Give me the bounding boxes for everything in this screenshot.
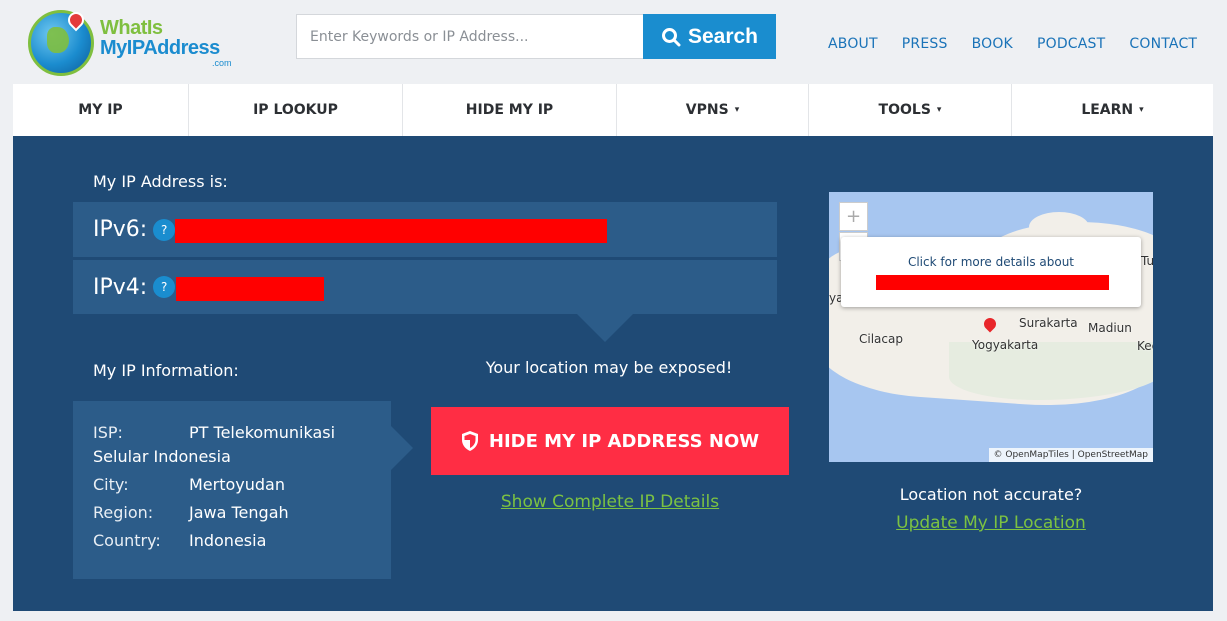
info-value: Mertoyudan — [189, 475, 285, 494]
info-heading: My IP Information: — [93, 361, 239, 380]
help-icon[interactable]: ? — [153, 218, 176, 241]
main-nav: MY IP IP LOOKUP HIDE MY IP VPNS ▾ TOOLS … — [13, 84, 1213, 136]
logo-line-2: MyIPAddress — [100, 37, 220, 59]
ipv6-row: IPv6: ? — [73, 202, 777, 257]
site-logo[interactable]: WhatIs MyIPAddress .com — [28, 8, 238, 78]
search-icon — [661, 27, 681, 46]
hide-my-ip-button[interactable]: HIDE MY IP ADDRESS NOW — [431, 407, 789, 475]
top-link-podcast[interactable]: PODCAST — [1037, 36, 1105, 52]
info-key: Region: — [93, 503, 154, 522]
nav-item-label: MY IP — [78, 102, 123, 118]
search-button-label: Search — [687, 24, 759, 48]
map-city-label: Madiun — [1088, 321, 1132, 335]
ip-heading: My IP Address is: — [93, 172, 228, 191]
info-value: PT Telekomunikasi — [189, 423, 336, 442]
zoom-in-button[interactable]: + — [839, 202, 868, 231]
nav-item-tools[interactable]: TOOLS ▾ — [809, 84, 1012, 136]
logo-text: WhatIs MyIPAddress — [100, 18, 220, 58]
info-row-country: Country: Indonesia — [93, 529, 371, 553]
info-row-region: Region: Jawa Tengah — [93, 501, 371, 525]
ipv4-row: IPv4: ? — [73, 260, 777, 314]
search-input[interactable] — [297, 15, 643, 58]
top-link-book[interactable]: BOOK — [972, 36, 1013, 52]
site-header: WhatIs MyIPAddress .com Search ABOUT PRE… — [0, 0, 1227, 84]
info-key: Country: — [93, 531, 161, 550]
info-key: ISP: — [93, 423, 123, 442]
search-box — [296, 14, 643, 59]
ip-info-box: ISP: PT Telekomunikasi Selular Indonesia … — [73, 401, 391, 579]
nav-item-label: IP LOOKUP — [253, 102, 338, 118]
shield-icon — [461, 431, 478, 451]
update-location-link[interactable]: Update My IP Location — [829, 513, 1153, 533]
nav-item-label: LEARN — [1081, 102, 1134, 118]
location-map[interactable]: Cilacap Surakarta Madiun Yogyakarta Tu K… — [829, 192, 1153, 462]
ipv4-label: IPv4: — [93, 274, 148, 300]
search-button[interactable]: Search — [643, 14, 776, 59]
ip-box-pointer — [577, 314, 633, 342]
nav-item-hide-my-ip[interactable]: HIDE MY IP — [403, 84, 617, 136]
logo-line-1: WhatIs — [100, 17, 163, 39]
info-value: Jawa Tengah — [189, 503, 289, 522]
caret-down-icon: ▾ — [936, 105, 942, 115]
logo-suffix: .com — [212, 58, 232, 68]
ip-panel: My IP Address is: IPv6: ? IPv4: ? My IP … — [13, 136, 1213, 611]
nav-item-ip-lookup[interactable]: IP LOOKUP — [189, 84, 403, 136]
top-link-press[interactable]: PRESS — [902, 36, 948, 52]
ipv6-value-redacted — [175, 219, 607, 243]
ipv6-label: IPv6: — [93, 217, 148, 242]
info-key: City: — [93, 475, 129, 494]
nav-item-label: VPNS — [685, 102, 729, 118]
caret-down-icon: ▾ — [1139, 105, 1144, 115]
nav-item-label: HIDE MY IP — [465, 102, 554, 118]
nav-item-learn[interactable]: LEARN ▾ — [1012, 84, 1213, 136]
caret-down-icon: ▾ — [734, 105, 740, 115]
top-links: ABOUT PRESS BOOK PODCAST CONTACT — [828, 36, 1197, 52]
hide-my-ip-label: HIDE MY IP ADDRESS NOW — [488, 430, 760, 452]
map-popup[interactable]: Click for more details about — [841, 237, 1141, 307]
map-city-label: Tu — [1141, 254, 1153, 268]
map-city-label: Yogyakarta — [972, 338, 1039, 352]
ipv4-value-redacted — [176, 277, 324, 301]
top-link-contact[interactable]: CONTACT — [1129, 36, 1197, 52]
nav-item-my-ip[interactable]: MY IP — [13, 84, 189, 136]
location-not-accurate: Location not accurate? — [899, 485, 1083, 504]
top-link-about[interactable]: ABOUT — [828, 36, 878, 52]
nav-item-label: TOOLS — [878, 102, 931, 118]
show-details-link[interactable]: Show Complete IP Details — [431, 492, 789, 512]
map-popup-text: Click for more details about — [907, 255, 1075, 269]
map-attribution: © OpenMapTiles | OpenStreetMap — [988, 448, 1153, 462]
map-popup-redacted — [876, 275, 1109, 290]
info-row-city: City: Mertoyudan — [93, 473, 371, 497]
info-box-pointer — [391, 426, 413, 470]
nav-item-vpns[interactable]: VPNS ▾ — [617, 84, 809, 136]
map-city-label: Kec — [1137, 339, 1153, 353]
info-isp: ISP: PT Telekomunikasi Selular Indonesia — [93, 421, 371, 469]
info-value: Selular Indonesia — [93, 447, 231, 466]
exposed-warning: Your location may be exposed! — [485, 358, 733, 377]
map-city-label: Cilacap — [859, 332, 903, 346]
map-city-label: Surakarta — [1019, 316, 1078, 330]
info-value: Indonesia — [189, 531, 267, 550]
help-icon[interactable]: ? — [153, 276, 176, 298]
